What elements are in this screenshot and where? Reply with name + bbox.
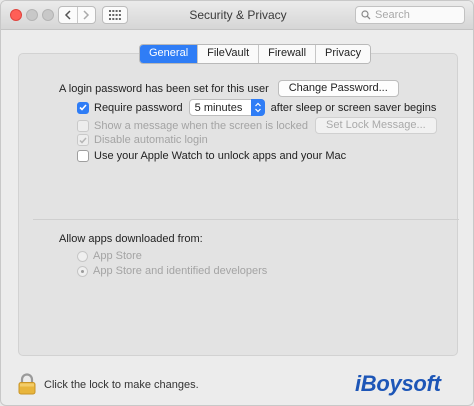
apple-watch-checkbox[interactable] [77, 150, 89, 162]
apple-watch-label: Use your Apple Watch to unlock apps and … [94, 150, 347, 162]
disable-auto-login-label: Disable automatic login [94, 134, 208, 146]
search-icon [361, 10, 371, 20]
search-field[interactable] [355, 6, 465, 24]
watermark-logo: iBoysoft [355, 371, 441, 396]
show-message-checkbox[interactable] [77, 119, 89, 132]
disable-auto-login-checkbox[interactable] [77, 134, 89, 146]
checkmark-icon [79, 104, 87, 111]
identified-developers-radio[interactable] [77, 265, 88, 277]
tab-bar: General FileVault Firewall Privacy [139, 44, 372, 64]
lock-icon[interactable] [17, 373, 37, 395]
identified-developers-label: App Store and identified developers [93, 265, 268, 277]
search-input[interactable] [375, 9, 455, 21]
title-bar: Security & Privacy [1, 1, 473, 30]
app-store-radio[interactable] [77, 250, 88, 262]
forward-icon [83, 10, 90, 20]
login-password-text: A login password has been set for this u… [59, 82, 269, 95]
app-store-option: App Store [77, 250, 142, 262]
back-button[interactable] [59, 7, 77, 23]
require-password-delay-value: 5 minutes [194, 101, 243, 114]
checkmark-icon [79, 137, 87, 144]
tab-firewall[interactable]: Firewall [258, 45, 316, 63]
lock-hint: Click the lock to make changes. [44, 379, 199, 391]
stepper-icon [250, 99, 265, 116]
show-all-button[interactable] [102, 6, 128, 24]
close-button[interactable] [10, 9, 22, 21]
change-password-button[interactable]: Change Password... [277, 80, 399, 97]
zoom-button[interactable] [42, 9, 54, 21]
require-password-label: Require password [94, 101, 183, 114]
require-password-suffix: after sleep or screen saver begins [270, 101, 437, 114]
section-divider [33, 219, 459, 220]
tab-privacy[interactable]: Privacy [315, 45, 371, 63]
apple-watch-row: Use your Apple Watch to unlock apps and … [77, 150, 346, 162]
show-message-row: Show a message when the screen is locked… [77, 117, 437, 134]
app-store-label: App Store [93, 250, 142, 262]
window-title: Security & Privacy [189, 8, 287, 22]
forward-button[interactable] [76, 7, 96, 23]
show-message-label: Show a message when the screen is locked [94, 119, 309, 132]
login-password-row: A login password has been set for this u… [59, 80, 399, 97]
history-nav [58, 6, 96, 24]
set-lock-message-button[interactable]: Set Lock Message... [315, 117, 437, 134]
tab-general[interactable]: General [140, 45, 198, 63]
back-icon [64, 10, 71, 20]
minimize-button[interactable] [26, 9, 38, 21]
require-password-delay-select[interactable]: 5 minutes [188, 99, 265, 116]
grid-icon [109, 10, 121, 20]
identified-developers-option: App Store and identified developers [77, 265, 267, 277]
require-password-checkbox[interactable] [77, 101, 89, 114]
disable-auto-login-row: Disable automatic login [77, 134, 208, 146]
tab-filevault[interactable]: FileVault [197, 45, 259, 63]
allow-apps-heading: Allow apps downloaded from: [59, 233, 203, 245]
preferences-window: Security & Privacy General FileVault Fir… [0, 0, 474, 406]
require-password-row: Require password 5 minutes after sleep o… [77, 99, 436, 116]
